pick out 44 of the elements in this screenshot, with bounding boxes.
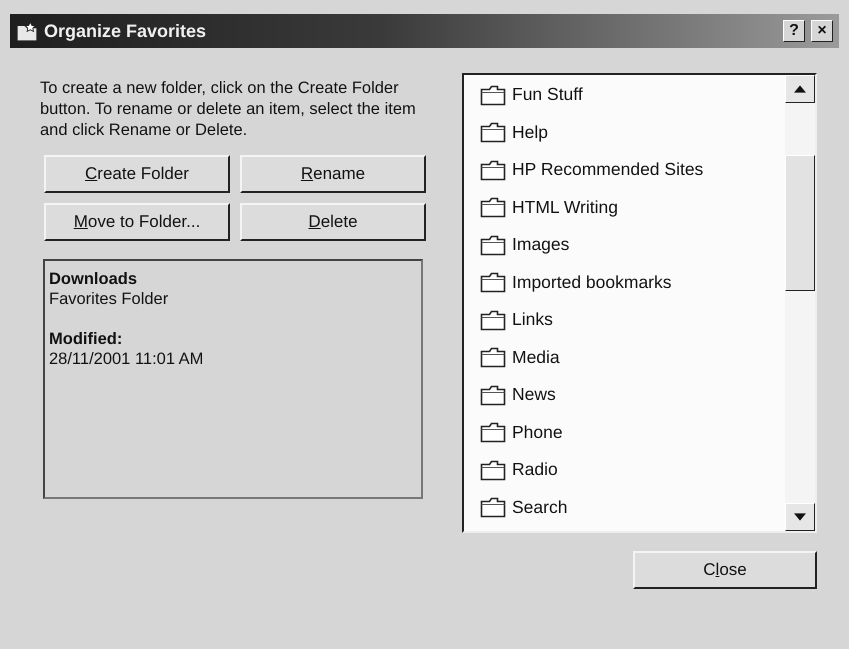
instructions-text: To create a new folder, click on the Create Folder button. To rename or delete an item, select the item and click Rename or Delete. [40, 78, 417, 141]
dialog-button[interactable]: Rename [240, 155, 426, 193]
dialog-button[interactable]: Create Folder [44, 155, 230, 193]
scroll-thumb[interactable] [785, 155, 815, 291]
folder-name[interactable]: Images [512, 234, 570, 255]
arrow-up-icon [794, 85, 806, 93]
dialog-button[interactable]: Delete [240, 203, 426, 241]
folder-icon [480, 84, 506, 106]
modified-date: 28/11/2001 11:01 AM [49, 349, 204, 369]
folder-icon [480, 158, 506, 180]
folder-name[interactable]: Fun Stuff [512, 84, 583, 105]
folder-name[interactable]: HP Recommended Sites [512, 159, 704, 180]
scroll-down-button[interactable] [785, 503, 815, 531]
folder-name[interactable]: Phone [512, 422, 563, 442]
scrollbar[interactable] [785, 75, 815, 531]
folder-name[interactable]: Imported bookmarks [512, 272, 672, 292]
close-button[interactable]: Close [633, 551, 817, 589]
folder-name[interactable]: Links [512, 309, 553, 330]
folder-name[interactable]: Media [512, 346, 560, 368]
folder-name[interactable]: Help [512, 122, 548, 142]
modified-label: Modified: [49, 329, 122, 349]
help-button[interactable]: ? [783, 20, 805, 42]
folder-type: Favorites Folder [49, 289, 168, 309]
folder-icon [480, 496, 506, 518]
folder-icon [480, 346, 506, 368]
folder-name[interactable]: Radio [512, 459, 558, 480]
scroll-up-button[interactable] [785, 75, 815, 103]
window-title: Organize Favorites [44, 20, 206, 42]
folder-star-icon [16, 20, 38, 42]
folder-icon [480, 384, 506, 406]
folder-icon [480, 121, 506, 143]
arrow-down-icon [794, 513, 806, 521]
folder-name[interactable]: HTML Writing [512, 196, 618, 218]
folder-name[interactable]: News [512, 384, 556, 405]
folder-icon [480, 271, 506, 293]
folder-name: Downloads [49, 269, 138, 289]
close-icon[interactable]: × [811, 20, 833, 42]
folder-name[interactable]: Search [512, 496, 568, 518]
folder-icon [480, 234, 506, 256]
folder-icon [480, 458, 506, 480]
folder-icon [480, 308, 506, 330]
folder-icon [480, 421, 506, 443]
folder-icon [480, 196, 506, 218]
dialog-button[interactable]: Move to Folder... [44, 203, 230, 241]
